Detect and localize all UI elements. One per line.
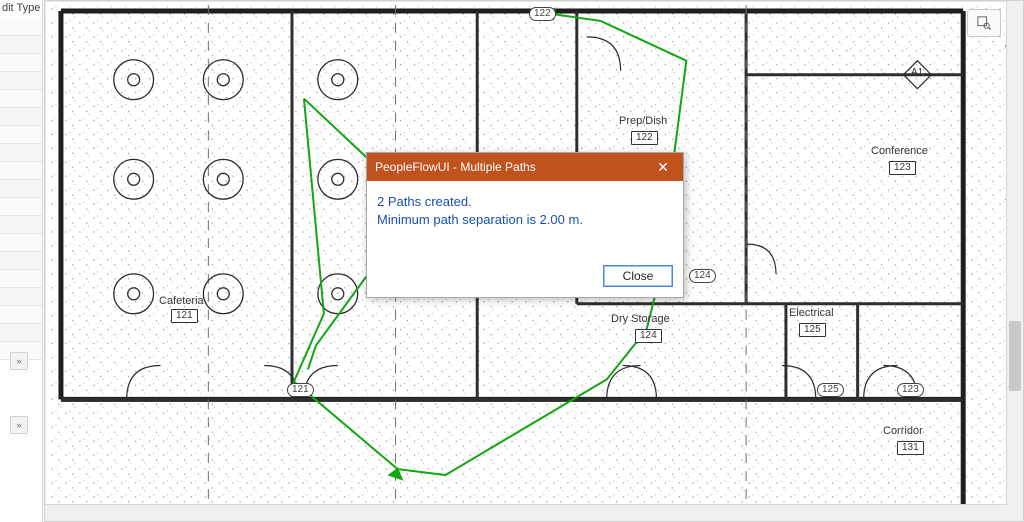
property-row[interactable] xyxy=(0,108,42,126)
property-row[interactable] xyxy=(0,144,42,162)
vertical-scrollbar[interactable] xyxy=(1006,1,1023,521)
property-row[interactable] xyxy=(0,54,42,72)
properties-header: dit Type xyxy=(0,0,42,16)
property-row[interactable] xyxy=(0,36,42,54)
dialog-body: 2 Paths created. Minimum path separation… xyxy=(367,181,683,259)
vertical-scrollbar-thumb[interactable] xyxy=(1009,321,1021,391)
close-icon: ✕ xyxy=(657,159,669,176)
property-row[interactable] xyxy=(0,90,42,108)
property-row[interactable] xyxy=(0,234,42,252)
property-row[interactable] xyxy=(0,126,42,144)
property-row[interactable] xyxy=(0,270,42,288)
property-row[interactable] xyxy=(0,198,42,216)
property-row[interactable] xyxy=(0,72,42,90)
property-row[interactable] xyxy=(0,324,42,342)
dialog-message-line: 2 Paths created. xyxy=(377,193,673,211)
property-row[interactable] xyxy=(0,252,42,270)
collapse-section-icon[interactable]: » xyxy=(10,352,28,370)
dialog-close-button[interactable]: ✕ xyxy=(643,153,683,181)
dialog-actions: Close xyxy=(367,259,683,297)
multiple-paths-dialog: PeopleFlowUI - Multiple Paths ✕ 2 Paths … xyxy=(366,152,684,298)
dialog-message-line: Minimum path separation is 2.00 m. xyxy=(377,211,673,229)
property-row[interactable] xyxy=(0,162,42,180)
zoom-region-button[interactable] xyxy=(967,9,1001,37)
dialog-title-text: PeopleFlowUI - Multiple Paths xyxy=(375,160,536,174)
app-root: dit Type » » xyxy=(0,0,1024,522)
property-row[interactable] xyxy=(0,306,42,324)
property-row[interactable] xyxy=(0,180,42,198)
properties-panel: dit Type » » xyxy=(0,0,43,522)
dialog-close-action-button[interactable]: Close xyxy=(603,265,673,287)
property-row[interactable] xyxy=(0,18,42,36)
property-row[interactable] xyxy=(0,288,42,306)
properties-rows xyxy=(0,18,42,360)
horizontal-scrollbar[interactable] xyxy=(45,504,1007,521)
collapse-section-icon[interactable]: » xyxy=(10,416,28,434)
zoom-region-icon xyxy=(977,16,991,30)
property-row[interactable] xyxy=(0,216,42,234)
dialog-titlebar[interactable]: PeopleFlowUI - Multiple Paths ✕ xyxy=(367,153,683,181)
